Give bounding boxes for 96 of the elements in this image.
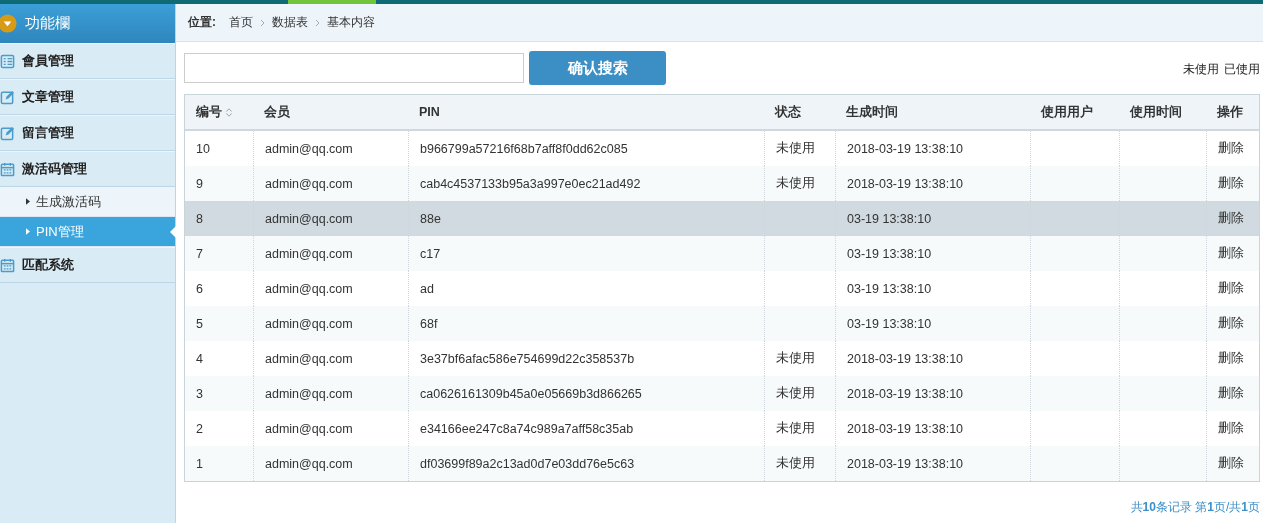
table-cell: admin@qq.com	[265, 316, 353, 331]
table-cell: 3	[196, 386, 203, 401]
column-header: 使用时间	[1128, 103, 1183, 121]
table-row[interactable]: 1 admin@qq.com df03699f89a2c13ad0d7e03dd76e5c63 未使用 2018-03-19 13:38:10 删除	[185, 446, 1259, 481]
breadcrumb-label: 位置:	[188, 14, 216, 31]
sidebar-title: 功能欄	[25, 14, 70, 33]
table-cell: admin@qq.com	[265, 351, 353, 366]
table-cell: 5	[196, 316, 203, 331]
table-row[interactable]: 9 admin@qq.com cab4c4537133b95a3a997e0ec21ad492 未使用 2018-03-19 13:38:10 删除	[185, 166, 1259, 201]
column-header: 会员	[263, 103, 291, 121]
table-cell: 未使用	[776, 350, 815, 367]
table-row[interactable]: 5 admin@qq.com 68f 03-19 13:38:10 删除	[185, 306, 1259, 341]
table-cell: 03-19 13:38:10	[847, 211, 932, 226]
delete-link[interactable]: 删除	[1218, 210, 1244, 227]
column-header[interactable]: 编号	[185, 95, 253, 129]
delete-link[interactable]: 删除	[1218, 385, 1244, 402]
table-row[interactable]: 7 admin@qq.com c17 03-19 13:38:10 删除	[185, 236, 1259, 271]
table-cell: 2018-03-19 13:38:10	[847, 176, 964, 191]
table-row[interactable]: 3 admin@qq.com ca0626161309b45a0e05669b3d866265 未使用 2018-03-19 13:38:10 删除	[185, 376, 1259, 411]
filter-link[interactable]: 已使用	[1224, 61, 1260, 78]
table-cell: admin@qq.com	[265, 281, 353, 296]
table-cell: 未使用	[776, 175, 815, 192]
table-cell: 03-19 13:38:10	[847, 281, 932, 296]
table-cell: admin@qq.com	[265, 176, 353, 191]
column-header: 状态	[773, 103, 802, 121]
search-field[interactable]	[184, 53, 524, 83]
table-cell: 03-19 13:38:10	[847, 316, 932, 331]
sidebar-item[interactable]: 留言管理	[0, 115, 175, 151]
calendar-icon	[0, 257, 15, 273]
chevron-icon	[260, 18, 265, 27]
sidebar-item[interactable]: 文章管理	[0, 79, 175, 115]
chevron-icon	[315, 18, 320, 27]
delete-link[interactable]: 删除	[1218, 280, 1244, 297]
table-cell: admin@qq.com	[265, 421, 353, 436]
table-cell: 88e	[420, 211, 441, 226]
table-cell: 2018-03-19 13:38:10	[847, 141, 964, 156]
table-cell: 1	[196, 456, 203, 471]
delete-link[interactable]: 删除	[1218, 420, 1244, 437]
table-cell: 3e37bf6afac586e754699d22c358537b	[420, 351, 635, 366]
table-cell: admin@qq.com	[265, 386, 353, 401]
caret-down-icon	[0, 14, 17, 33]
table-cell: 03-19 13:38:10	[847, 246, 932, 261]
column-header: 生成时间	[845, 103, 899, 121]
sidebar-item[interactable]: 匹配系统	[0, 247, 175, 283]
edit-icon	[0, 89, 15, 105]
table-cell: 4	[196, 351, 203, 366]
table-cell: b966799a57216f68b7aff8f0dd62c085	[420, 141, 628, 156]
table-cell: 2018-03-19 13:38:10	[847, 386, 964, 401]
column-header: PIN	[418, 104, 441, 121]
pagination-text: 共10条记录 第1页/共1页	[1130, 499, 1260, 516]
table-cell: 未使用	[776, 385, 815, 402]
table-cell: df03699f89a2c13ad0d7e03dd76e5c63	[420, 456, 635, 471]
delete-link[interactable]: 删除	[1218, 315, 1244, 332]
filter-link[interactable]: 未使用	[1183, 61, 1219, 78]
calendar-icon	[0, 161, 15, 177]
table-cell: ca0626161309b45a0e05669b3d866265	[420, 386, 642, 401]
table-cell: 9	[196, 176, 203, 191]
sort-icon[interactable]	[225, 106, 233, 118]
search-button[interactable]: 确认搜索	[529, 51, 666, 85]
selected-row[interactable]: 8 admin@qq.com 88e 03-19 13:38:10 删除	[185, 201, 1259, 236]
breadcrumb-link[interactable]: 数据表	[272, 14, 308, 31]
table-cell: admin@qq.com	[265, 456, 353, 471]
sidebar-item[interactable]: 會員管理	[0, 43, 175, 79]
breadcrumb-link[interactable]: 基本内容	[327, 14, 375, 31]
table-cell: c17	[420, 246, 441, 261]
table-cell: 68f	[420, 316, 438, 331]
edit-icon	[0, 125, 15, 141]
table-cell: 未使用	[776, 420, 815, 437]
table-cell: 6	[196, 281, 203, 296]
table-cell: e34166ee247c8a74c989a7aff58c35ab	[420, 421, 634, 436]
delete-link[interactable]: 删除	[1218, 175, 1244, 192]
triangle-icon	[26, 228, 30, 235]
table-cell: 10	[196, 141, 210, 156]
table-cell: 2018-03-19 13:38:10	[847, 421, 964, 436]
table-cell: admin@qq.com	[265, 246, 353, 261]
triangle-icon	[26, 198, 30, 205]
table-cell: 2018-03-19 13:38:10	[847, 351, 964, 366]
table-cell: 7	[196, 246, 203, 261]
table-cell: 未使用	[776, 140, 815, 157]
delete-link[interactable]: 删除	[1218, 245, 1244, 262]
list-icon	[0, 53, 15, 69]
column-header: 操作	[1216, 103, 1244, 121]
table-cell: 2018-03-19 13:38:10	[847, 456, 964, 471]
table-cell: 2	[196, 421, 203, 436]
table-cell: admin@qq.com	[265, 141, 353, 156]
table-cell: ad	[420, 281, 434, 296]
delete-link[interactable]: 删除	[1218, 455, 1244, 472]
submenu-item[interactable]: 生成激活码	[0, 187, 175, 217]
breadcrumb-link[interactable]: 首页	[229, 14, 253, 31]
delete-link[interactable]: 删除	[1218, 350, 1244, 367]
table-cell: cab4c4537133b95a3a997e0ec21ad492	[420, 176, 641, 191]
column-header: 使用用户	[1039, 103, 1094, 121]
table-cell: admin@qq.com	[265, 211, 353, 226]
table-cell: 未使用	[776, 455, 815, 472]
table-cell: 8	[196, 211, 203, 226]
delete-link[interactable]: 删除	[1218, 140, 1244, 157]
